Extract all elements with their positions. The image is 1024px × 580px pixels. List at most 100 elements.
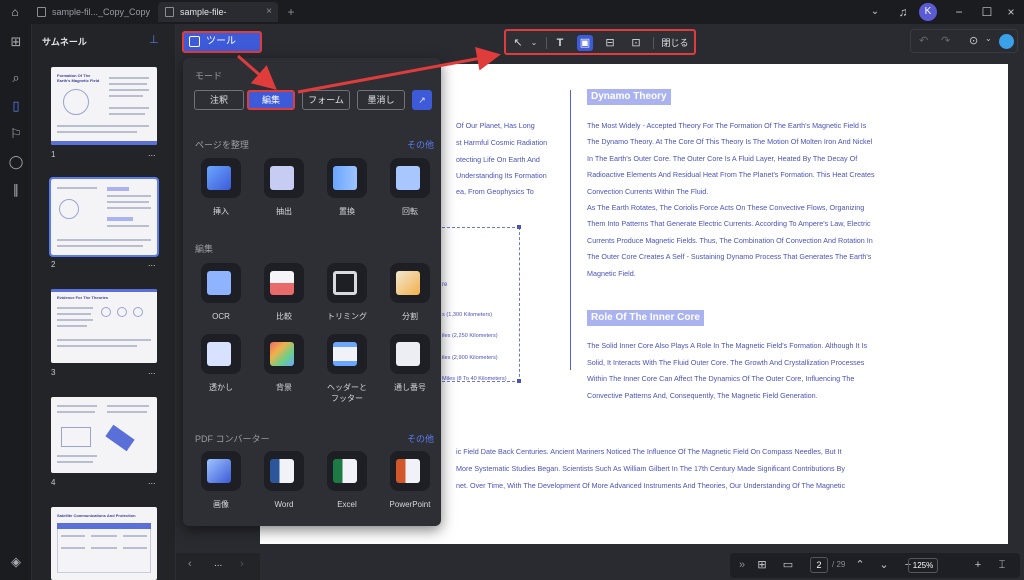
document-icon (37, 7, 46, 17)
page-number: 4 (51, 478, 56, 487)
chevron-down-icon[interactable]: ⌄ (866, 3, 884, 21)
fit-page-icon[interactable]: ⌶ (994, 557, 1010, 573)
page-more-icon[interactable]: ... (148, 476, 156, 486)
resize-handle[interactable] (517, 379, 521, 383)
page-thumbnail-1[interactable]: Formation Of The Earth's Magnetic Field (51, 67, 157, 145)
grid-icon[interactable]: ⊞ (8, 34, 24, 50)
chevron-up-icon[interactable]: ⌃ (852, 557, 868, 573)
comment-icon[interactable]: ◯ (8, 154, 24, 170)
header-footer-tool[interactable]: ヘッダーと フッター (325, 334, 369, 403)
to-word-tool[interactable]: Word (262, 451, 306, 511)
page-more-icon[interactable]: ... (148, 258, 156, 268)
avatar[interactable]: K (919, 3, 937, 21)
tab-label: sample-fil..._Copy_Copy (52, 7, 151, 17)
close-edit-button[interactable]: 閉じる (660, 34, 690, 52)
left-rail: ⊞ ⌕ ▯ ⚐ ◯ ∥ ◈ (0, 24, 32, 580)
tools-button[interactable]: ツール (182, 31, 262, 53)
presentation-icon[interactable]: ▭ (780, 557, 796, 573)
replace-tool[interactable]: 置換 (325, 158, 369, 218)
thumb-title: Satellite Communications And Protection (57, 513, 136, 518)
converter-heading: PDF コンバーター (195, 434, 270, 444)
page-more-icon[interactable]: ... (148, 366, 156, 376)
minimize-icon[interactable]: − (950, 3, 968, 21)
page-thumbnail-2[interactable] (49, 177, 159, 257)
close-tab-icon[interactable]: × (266, 2, 272, 22)
open-external-icon[interactable]: ↗ (412, 90, 432, 110)
resize-handle[interactable] (517, 225, 521, 229)
collapse-icon[interactable]: » (734, 557, 750, 573)
mode-edit-button[interactable]: 編集 (247, 90, 295, 110)
chevron-down-icon[interactable]: ⌄ (526, 35, 542, 51)
page-thumbnail-5[interactable]: Satellite Communications And Protection (51, 507, 157, 580)
ai-assistant-icon[interactable] (999, 34, 1014, 49)
maximize-icon[interactable]: ☐ (978, 3, 996, 21)
undo-icon[interactable]: ↶ (919, 34, 928, 47)
insert-tool[interactable]: 挿入 (199, 158, 243, 218)
bottom-left-bar: ‹ ... › (176, 553, 260, 580)
page-number-input[interactable]: 2 (810, 557, 828, 573)
pin-icon[interactable]: ⊥ (149, 33, 159, 46)
to-excel-tool[interactable]: Excel (325, 451, 369, 511)
add-text-icon[interactable]: T (552, 35, 568, 51)
chevron-right-icon[interactable]: › (240, 558, 244, 570)
redo-icon[interactable]: ↷ (941, 34, 950, 47)
compare-icon (270, 271, 294, 295)
tools-label: ツール (206, 36, 236, 47)
zoom-level[interactable]: 125% (908, 558, 938, 573)
attachment-icon[interactable]: ∥ (8, 182, 24, 198)
tools-panel: モード 注釈 編集 フォーム 墨消し ↗ ページを整理 その他 挿入 抽出 置換… (183, 58, 441, 526)
edit-image-icon[interactable]: ▣ (577, 35, 593, 51)
tab-sample-copy[interactable]: sample-fil..._Copy_Copy (30, 2, 154, 22)
page-thumbnail-3[interactable]: Evidence For The Theories (51, 289, 157, 363)
view-mode-icon[interactable]: ⊞ (754, 557, 770, 573)
excel-icon (333, 459, 357, 483)
thumbnails-icon[interactable]: ▯ (8, 98, 24, 114)
select-cursor-icon[interactable]: ↖ (510, 35, 526, 51)
close-window-icon[interactable]: × (1002, 3, 1020, 21)
page-thumbnail-4[interactable] (51, 397, 157, 473)
search-icon[interactable]: ⌕ (8, 70, 24, 86)
bates-number-icon (396, 342, 420, 366)
add-link-icon[interactable]: ⊟ (602, 35, 618, 51)
add-watermark-icon[interactable]: ⊡ (628, 35, 644, 51)
new-tab-button[interactable]: + (282, 3, 300, 21)
chevron-down-icon[interactable]: ⌄ (985, 34, 992, 43)
bookmark-icon[interactable]: ⚐ (8, 126, 24, 142)
doc-text-line: The Dynamo Theory. At The Core Of This T… (587, 137, 873, 147)
extract-tool[interactable]: 抽出 (262, 158, 306, 218)
mode-annotate-button[interactable]: 注釈 (194, 90, 244, 110)
chevron-down-icon[interactable]: ⌄ (876, 557, 892, 573)
converter-more-link[interactable]: その他 (407, 432, 434, 445)
chevron-left-icon[interactable]: ‹ (188, 558, 192, 570)
rotate-icon (396, 166, 420, 190)
bates-number-tool[interactable]: 通し番号 (388, 334, 432, 394)
thumb-title: Formation Of The Earth's Magnetic Field (57, 73, 100, 83)
page-more-icon[interactable]: ... (148, 148, 156, 158)
thumb-diagram (59, 199, 79, 219)
tab-sample-ocr[interactable]: sample-file-editable_OCR × (158, 2, 278, 37)
doc-text-line: st Harmful Cosmic Radiation (456, 138, 548, 147)
compare-tool[interactable]: 比較 (262, 263, 306, 323)
organize-more-link[interactable]: その他 (407, 138, 434, 151)
edit-toolbar: ↖ ⌄ T ▣ ⊟ ⊡ 閉じる (504, 29, 696, 55)
layers-icon[interactable]: ◈ (8, 554, 24, 570)
save-icon[interactable]: ⊙ (969, 34, 978, 47)
bell-icon[interactable]: ♫ (894, 3, 912, 21)
crop-tool[interactable]: トリミング (325, 263, 369, 323)
edit-heading: 編集 (195, 244, 214, 254)
mode-form-button[interactable]: フォーム (302, 90, 350, 110)
ocr-tool[interactable]: OCR (199, 263, 243, 323)
watermark-tool[interactable]: 透かし (199, 334, 243, 394)
rotate-tool[interactable]: 回転 (388, 158, 432, 218)
zoom-in-icon[interactable]: + (970, 557, 986, 573)
to-powerpoint-tool[interactable]: PowerPoint (388, 451, 432, 511)
to-image-tool[interactable]: 画像 (199, 451, 243, 511)
split-tool[interactable]: 分割 (388, 263, 432, 323)
mode-redact-button[interactable]: 墨消し (357, 90, 405, 110)
word-icon (270, 459, 294, 483)
more-icon[interactable]: ... (214, 558, 222, 569)
background-tool[interactable]: 背景 (262, 334, 306, 394)
home-icon[interactable]: ⌂ (6, 3, 24, 21)
diagram-label: re (442, 282, 448, 288)
doc-text-line: The Solid Inner Core Also Plays A Role I… (587, 341, 868, 350)
